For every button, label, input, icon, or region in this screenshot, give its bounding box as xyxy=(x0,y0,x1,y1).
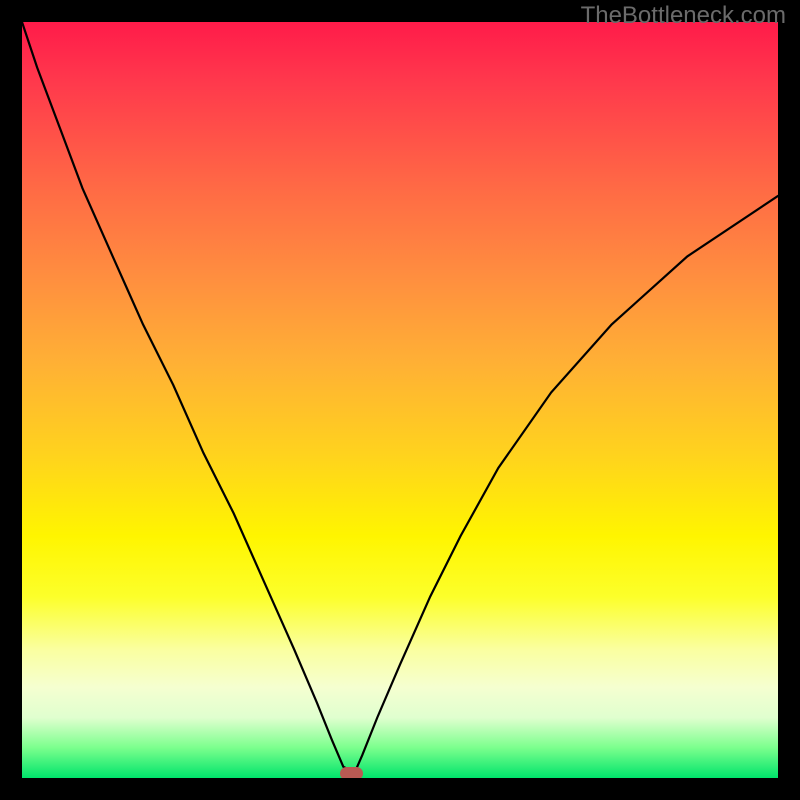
chart-container: TheBottleneck.com xyxy=(0,0,800,800)
bottleneck-curve xyxy=(22,22,778,778)
plot-area xyxy=(22,22,778,778)
watermark-text: TheBottleneck.com xyxy=(581,2,786,30)
optimal-point-marker xyxy=(340,767,363,778)
